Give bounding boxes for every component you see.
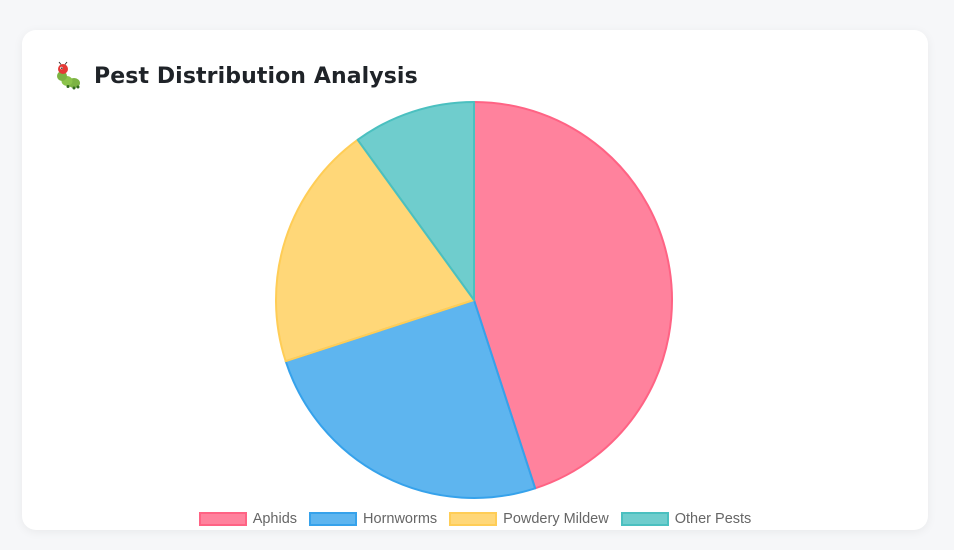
legend-label: Aphids <box>252 511 298 527</box>
chart-card: Pest Distribution Analysis Aphids Hornwor… <box>22 30 928 530</box>
pie-chart <box>275 101 673 499</box>
legend-swatch <box>620 512 669 526</box>
legend-item-aphids[interactable]: Aphids <box>198 511 298 527</box>
legend-label: Powdery Mildew <box>503 511 609 527</box>
legend-item-other-pests[interactable]: Other Pests <box>620 511 752 527</box>
legend-item-powdery-mildew[interactable]: Powdery Mildew <box>449 511 609 527</box>
legend-swatch <box>198 512 247 526</box>
legend-item-hornworms[interactable]: Hornworms <box>309 511 437 527</box>
legend-label: Hornworms <box>363 511 438 527</box>
legend-swatch <box>309 512 358 526</box>
chart-legend: Aphids Hornworms Powdery Mildew Other Pests <box>22 510 928 528</box>
legend-swatch <box>449 512 498 526</box>
legend-label: Other Pests <box>674 511 752 527</box>
